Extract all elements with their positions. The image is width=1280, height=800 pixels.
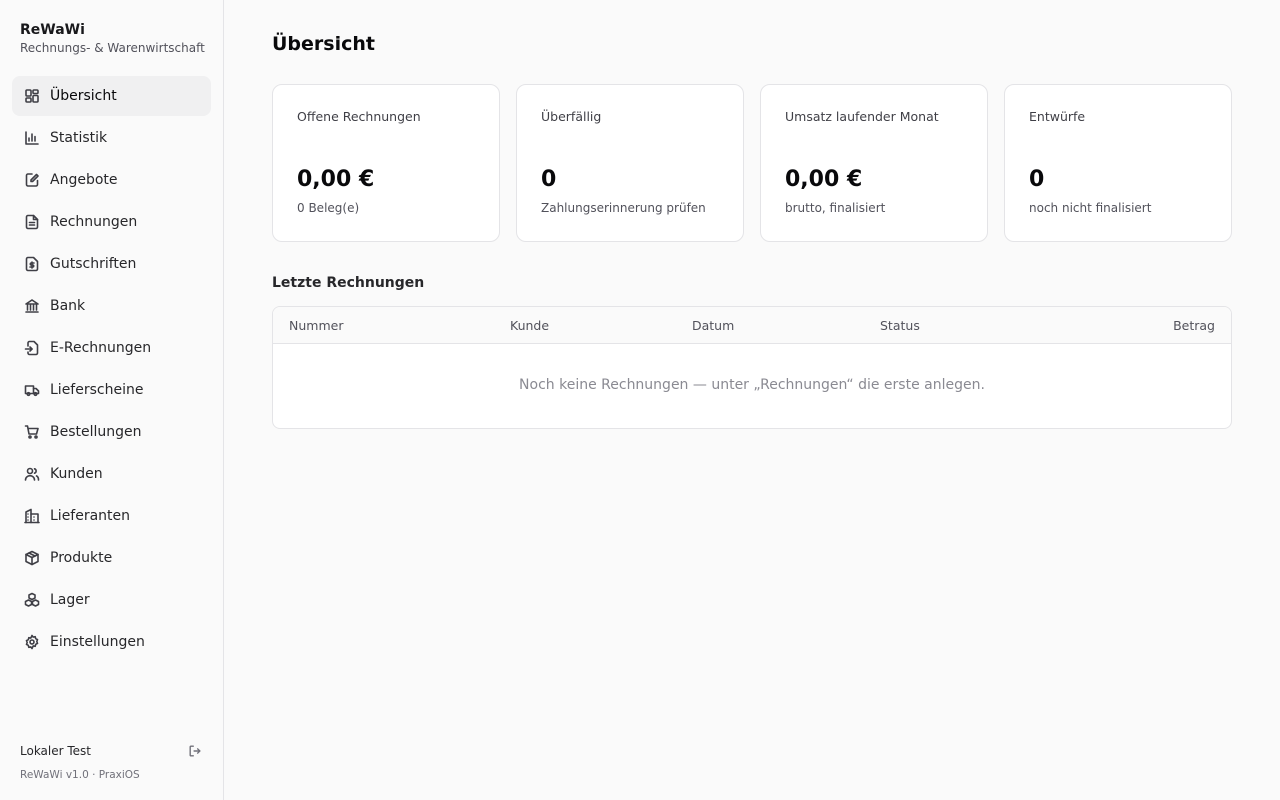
column-header-status[interactable]: Status (880, 318, 920, 333)
brand: ReWaWi Rechnungs- & Warenwirtschaft (20, 21, 205, 56)
sidebar-item-statistik[interactable]: Statistik (12, 118, 211, 158)
sidebar-item-label: E-Rechnungen (50, 340, 152, 356)
sidebar-item-bestellungen[interactable]: Bestellungen (12, 412, 211, 452)
column-header-betrag[interactable]: Betrag (1173, 318, 1215, 333)
card-value: 0,00 € (297, 167, 375, 192)
sidebar-item-lieferscheine[interactable]: Lieferscheine (12, 370, 211, 410)
sidebar-item-angebote[interactable]: Angebote (12, 160, 211, 200)
sidebar: ReWaWi Rechnungs- & Warenwirtschaft Über… (0, 0, 224, 800)
sidebar-item-label: Angebote (50, 172, 118, 188)
bank-icon (24, 298, 40, 314)
file-import-icon (24, 340, 40, 356)
users-icon (24, 466, 40, 482)
user-name: Lokaler Test (20, 744, 92, 758)
bar-chart-icon (24, 130, 40, 146)
version-label: ReWaWi v1.0 · PraxiOS (20, 769, 140, 781)
card-value: 0 (541, 167, 557, 192)
column-header-nummer[interactable]: Nummer (289, 318, 343, 333)
building-icon (24, 508, 40, 524)
card-subtext: Zahlungserinnerung prüfen (541, 201, 706, 215)
sidebar-item-label: Übersicht (50, 88, 117, 104)
dollar-receipt-icon (24, 256, 40, 272)
card-label: Entwürfe (1029, 109, 1086, 124)
boxes-icon (24, 592, 40, 608)
sidebar-item-rechnungen[interactable]: Rechnungen (12, 202, 211, 242)
sidebar-item-label: Lager (50, 592, 90, 608)
sidebar-item-lager[interactable]: Lager (12, 580, 211, 620)
sidebar-item-einstellungen[interactable]: Einstellungen (12, 622, 211, 662)
sidebar-item-label: Produkte (50, 550, 113, 566)
sidebar-item-produkte[interactable]: Produkte (12, 538, 211, 578)
sidebar-item-e-rechnungen[interactable]: E-Rechnungen (12, 328, 211, 368)
card-value: 0,00 € (785, 167, 863, 192)
card-subtext: 0 Beleg(e) (297, 201, 360, 215)
page-title: Übersicht (272, 33, 375, 55)
brand-name: ReWaWi (20, 22, 85, 38)
sidebar-item-kunden[interactable]: Kunden (12, 454, 211, 494)
sidebar-item-label: Bestellungen (50, 424, 142, 440)
empty-state-message: Noch keine Rechnungen — unter „Rechnunge… (519, 377, 985, 393)
logout-icon[interactable] (188, 743, 204, 759)
document-icon (24, 214, 40, 230)
summary-cards: Offene Rechnungen 0,00 € 0 Beleg(e) Über… (272, 84, 1232, 242)
main-content: Übersicht Offene Rechnungen 0,00 € 0 Bel… (224, 0, 1280, 800)
truck-icon (24, 382, 40, 398)
sidebar-item-label: Lieferscheine (50, 382, 144, 398)
column-header-kunde[interactable]: Kunde (510, 318, 549, 333)
user-row: Lokaler Test (20, 740, 204, 762)
sidebar-item-lieferanten[interactable]: Lieferanten (12, 496, 211, 536)
table-header: Nummer Kunde Datum Status Betrag (273, 307, 1231, 344)
card-offene-rechnungen: Offene Rechnungen 0,00 € 0 Beleg(e) (272, 84, 500, 242)
sidebar-item-label: Bank (50, 298, 86, 314)
card-value: 0 (1029, 167, 1045, 192)
sidebar-item-uebersicht[interactable]: Übersicht (12, 76, 211, 116)
sidebar-item-label: Lieferanten (50, 508, 131, 524)
sidebar-item-label: Statistik (50, 130, 108, 146)
cart-icon (24, 424, 40, 440)
sidebar-item-bank[interactable]: Bank (12, 286, 211, 326)
sidebar-item-label: Einstellungen (50, 634, 145, 650)
package-icon (24, 550, 40, 566)
dashboard-icon (24, 88, 40, 104)
card-umsatz-monat: Umsatz laufender Monat 0,00 € brutto, fi… (760, 84, 988, 242)
edit-document-icon (24, 172, 40, 188)
sidebar-item-label: Gutschriften (50, 256, 137, 272)
card-label: Offene Rechnungen (297, 109, 421, 124)
card-label: Überfällig (541, 109, 602, 124)
recent-invoices-table: Nummer Kunde Datum Status Betrag Noch ke… (272, 306, 1232, 429)
gear-icon (24, 634, 40, 650)
card-entwuerfe: Entwürfe 0 noch nicht finalisiert (1004, 84, 1232, 242)
section-title-recent-invoices: Letzte Rechnungen (272, 275, 425, 291)
sidebar-item-gutschriften[interactable]: Gutschriften (12, 244, 211, 284)
card-label: Umsatz laufender Monat (785, 109, 939, 124)
brand-subtitle: Rechnungs- & Warenwirtschaft (20, 41, 205, 55)
card-ueberfaellig: Überfällig 0 Zahlungserinnerung prüfen (516, 84, 744, 242)
card-subtext: brutto, finalisiert (785, 201, 886, 215)
column-header-datum[interactable]: Datum (692, 318, 734, 333)
sidebar-item-label: Kunden (50, 466, 103, 482)
card-subtext: noch nicht finalisiert (1029, 201, 1152, 215)
sidebar-item-label: Rechnungen (50, 214, 138, 230)
sidebar-nav: Übersicht Statistik Angebote Rechnungen … (12, 76, 211, 664)
